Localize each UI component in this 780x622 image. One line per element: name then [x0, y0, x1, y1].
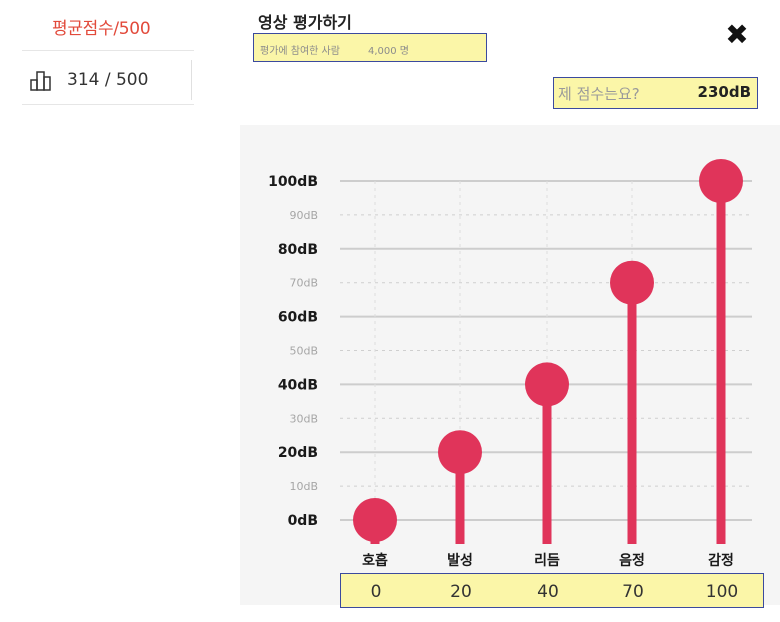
my-score-value: 230dB [697, 83, 751, 101]
average-score-value: 314 / 500 [67, 70, 149, 90]
y-tick-label-minor: 70dB [289, 277, 318, 290]
category-values-row: 0 20 40 70 100 [340, 573, 764, 608]
x-category-label: 감정 [708, 552, 734, 569]
y-tick-label: 0dB [288, 513, 318, 529]
y-tick-label: 40dB [278, 377, 318, 393]
score-chart: 10dB 30dB 50dB 70dB 90dB 0dB 20dB 40dB 60dB 80dB 1… [240, 125, 780, 605]
data-value-label: 20 [450, 582, 472, 602]
y-tick-label-minor: 30dB [289, 412, 318, 425]
data-value-label: 40 [537, 582, 559, 602]
average-score-title: 평균점수/500 [52, 19, 151, 39]
divider [22, 50, 194, 51]
lollipop-point [353, 498, 397, 542]
y-tick-label: 100dB [268, 174, 318, 190]
x-category-label: 리듬 [534, 553, 560, 569]
page-title: 영상 평가하기 [258, 13, 352, 32]
data-value-label: 0 [370, 582, 382, 602]
y-tick-label: 60dB [278, 310, 318, 326]
lollipop-point [610, 260, 654, 305]
bar-chart-icon [30, 71, 51, 91]
participants-label: 평가에 참여한 사람 [260, 46, 340, 57]
participants-info: 평가에 참여한 사람 4,000 명 [253, 33, 487, 62]
y-tick-label-minor: 50dB [289, 345, 318, 358]
my-score-label: 제 점수는요? [558, 85, 640, 103]
lollipop-point [699, 159, 743, 203]
average-score-row: 314 / 500 [22, 60, 194, 100]
data-value-label: 100 [705, 582, 739, 602]
y-tick-label: 80dB [278, 242, 318, 258]
y-tick-label: 20dB [278, 445, 318, 461]
x-category-label: 호흡 [362, 552, 388, 569]
my-score-box: 제 점수는요? 230dB [553, 77, 758, 109]
y-tick-label-minor: 10dB [289, 480, 318, 493]
divider [22, 104, 194, 105]
x-category-label: 발성 [447, 552, 473, 569]
lollipop-point [438, 430, 482, 475]
close-icon[interactable]: ✖ [723, 21, 751, 49]
data-value-label: 70 [622, 582, 644, 602]
lollipop-point [525, 362, 569, 407]
lollipop-chart: 10dB 30dB 50dB 70dB 90dB 0dB 20dB 40dB 60dB 80dB 1… [268, 159, 752, 569]
divider [191, 60, 192, 100]
x-category-label: 음정 [619, 552, 645, 569]
participants-count: 4,000 명 [367, 46, 409, 57]
y-tick-label-minor: 90dB [289, 209, 318, 222]
